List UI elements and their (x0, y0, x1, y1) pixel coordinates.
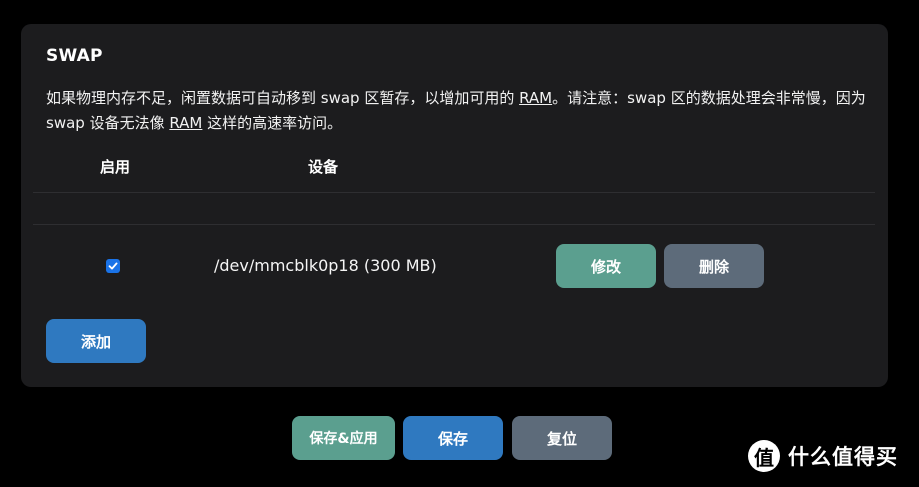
watermark-text: 什么值得买 (788, 445, 898, 469)
ram-link-1[interactable]: RAM (519, 89, 552, 107)
delete-button[interactable]: 删除 (664, 244, 764, 288)
table-divider (33, 224, 875, 225)
watermark-logo-icon: 值 (748, 440, 780, 472)
enable-checkbox[interactable] (106, 259, 120, 273)
device-path: /dev/mmcblk0p18 (300 MB) (214, 256, 437, 275)
reset-button[interactable]: 复位 (512, 416, 612, 460)
column-header-device: 设备 (308, 158, 339, 176)
watermark: 值 什么值得买 (748, 440, 898, 472)
section-title: SWAP (46, 46, 103, 66)
save-button[interactable]: 保存 (403, 416, 503, 460)
description-text-1: 如果物理内存不足，闲置数据可自动移到 swap 区暂存，以增加可用的 (46, 89, 520, 107)
ram-link-2[interactable]: RAM (169, 114, 202, 132)
section-description: 如果物理内存不足，闲置数据可自动移到 swap 区暂存，以增加可用的 RAM。请… (46, 86, 866, 136)
table-divider (33, 192, 875, 193)
description-text-3: 这样的高速率访问。 (202, 114, 343, 132)
save-apply-button[interactable]: 保存&应用 (292, 416, 395, 460)
swap-card: SWAP 如果物理内存不足，闲置数据可自动移到 swap 区暂存，以增加可用的 … (21, 24, 888, 387)
column-header-enable: 启用 (100, 158, 131, 176)
edit-button[interactable]: 修改 (556, 244, 656, 288)
checkmark-icon (108, 262, 118, 270)
add-button[interactable]: 添加 (46, 319, 146, 363)
